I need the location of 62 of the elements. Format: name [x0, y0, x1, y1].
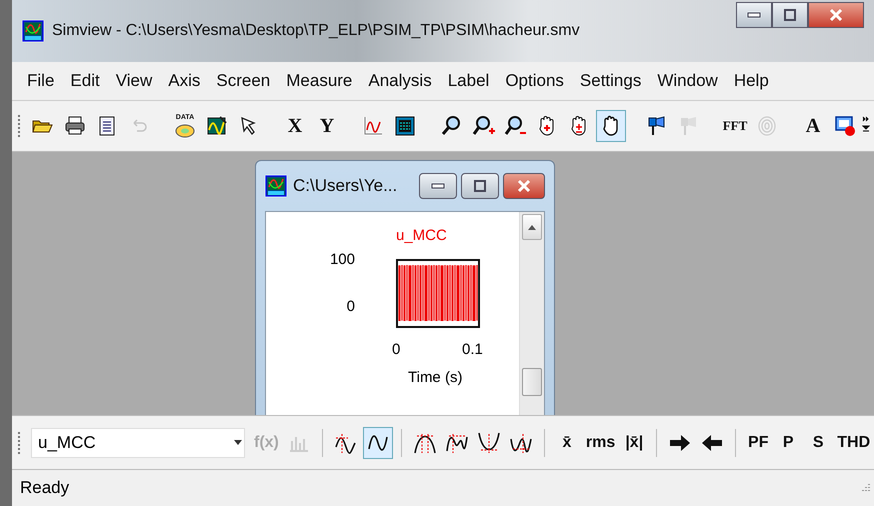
close-button[interactable]: [503, 173, 545, 199]
close-button[interactable]: [808, 2, 864, 28]
x-tick-label: 0: [392, 341, 400, 358]
record-icon: [833, 114, 857, 138]
maximize-icon: [784, 9, 796, 21]
toolbar-button[interactable]: S: [804, 426, 832, 458]
scroll-thumb[interactable]: [522, 368, 542, 396]
toolbar-button[interactable]: P: [774, 426, 802, 458]
dropdown-arrow-icon: [234, 440, 242, 445]
menu-item[interactable]: View: [108, 69, 160, 93]
maximize-icon: [474, 180, 486, 192]
zoom-in-icon: [471, 114, 495, 138]
menu-item[interactable]: Label: [440, 69, 496, 93]
menu-item[interactable]: Help: [726, 69, 776, 93]
toolbar-button[interactable]: FFT: [720, 110, 750, 142]
axis-label: Time (s): [408, 369, 462, 386]
toolbar-button[interactable]: A: [798, 110, 828, 142]
disc-icon: [174, 122, 196, 138]
resize-grip-icon: [860, 483, 870, 493]
curve-dropdown[interactable]: u_MCC: [31, 428, 245, 458]
toolbar-button[interactable]: [596, 110, 626, 142]
y-tick-label: 0: [346, 298, 355, 315]
toolbar-button[interactable]: PF: [744, 426, 772, 458]
plot-title: u_MCC: [396, 227, 447, 244]
up-arrow-icon: [528, 224, 536, 230]
close-icon: [516, 179, 532, 193]
scrollbar[interactable]: [519, 212, 544, 415]
toolbar-button[interactable]: rms: [582, 426, 618, 458]
zoom-out-icon: [503, 114, 527, 138]
menu-item[interactable]: File: [20, 69, 62, 93]
menu-item[interactable]: Measure: [279, 69, 360, 93]
menu-item[interactable]: Edit: [63, 69, 107, 93]
magnifier-icon: [439, 114, 463, 138]
menu-item[interactable]: Settings: [572, 69, 648, 93]
minimize-button[interactable]: [419, 173, 457, 199]
scroll-up-button[interactable]: [522, 214, 542, 240]
app-icon: [22, 20, 44, 42]
toolbar-button[interactable]: Y: [312, 110, 342, 142]
toolbar-button[interactable]: THD: [834, 426, 874, 458]
toolbar-button[interactable]: x̄: [552, 426, 581, 458]
x-tick-label: 0.1: [462, 341, 483, 358]
toolbar-button[interactable]: |x̄|: [620, 426, 648, 458]
menu-item[interactable]: Axis: [161, 69, 208, 93]
app-icon: [265, 175, 287, 197]
menu-item[interactable]: Options: [498, 69, 571, 93]
menu-item[interactable]: Analysis: [361, 69, 439, 93]
window-title: Simview - C:\Users\Yesma\Desktop\TP_ELP\PSIM_TP\PSIM\hacheur.smv: [52, 22, 581, 40]
maximize-button[interactable]: [772, 2, 808, 28]
toolbar-button[interactable]: X: [280, 110, 310, 142]
toolbar-button[interactable]: [362, 426, 393, 458]
minimize-button[interactable]: [736, 2, 772, 28]
y-tick-label: 100: [330, 251, 355, 268]
minimize-icon: [431, 183, 445, 189]
valley-icon: [476, 430, 501, 454]
calculator-icon: [393, 114, 417, 138]
close-icon: [828, 8, 844, 22]
maximize-button[interactable]: [461, 173, 499, 199]
menu-item[interactable]: Screen: [209, 69, 278, 93]
menu-item[interactable]: Window: [650, 69, 725, 93]
minimize-icon: [747, 12, 761, 18]
status-text: Ready: [20, 478, 70, 498]
window-title: C:\Users\Ye...: [293, 176, 398, 196]
